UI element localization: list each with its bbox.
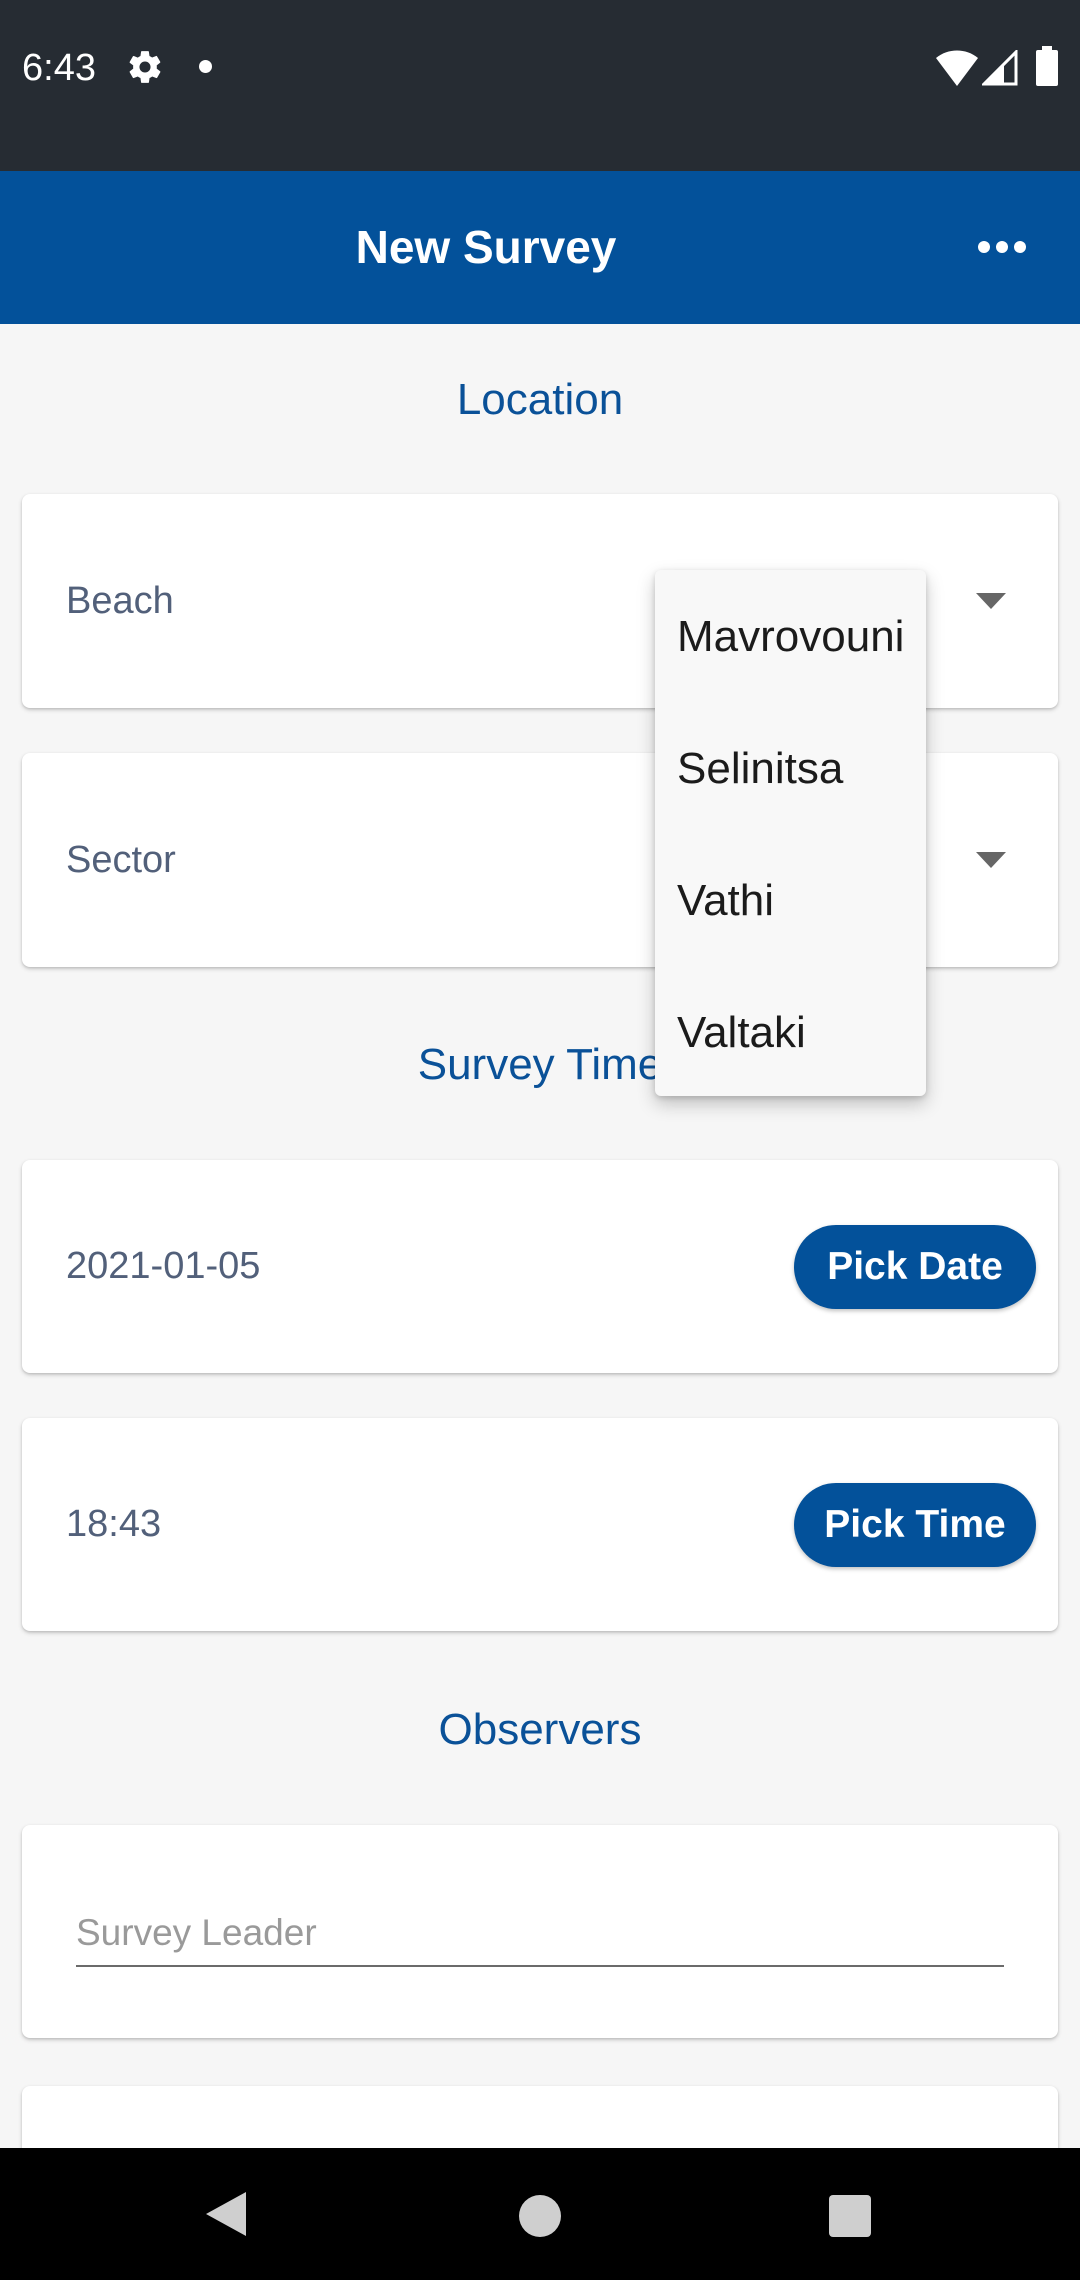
time-card: 18:43 Pick Time <box>22 1418 1058 1631</box>
status-time: 6:43 <box>22 47 96 89</box>
chevron-down-icon <box>976 852 1006 868</box>
pick-time-button[interactable]: Pick Time <box>794 1482 1036 1567</box>
chevron-down-icon <box>976 593 1006 609</box>
survey-leader-input[interactable] <box>76 1901 1004 1965</box>
survey-leader-card <box>22 1825 1058 2038</box>
dropdown-option[interactable]: Mavrovouni <box>677 610 904 664</box>
dropdown-option[interactable]: Selinitsa <box>677 742 843 796</box>
dropdown-option[interactable]: Valtaki <box>677 1006 806 1060</box>
status-bar: 6:43 <box>0 0 1080 171</box>
home-icon[interactable] <box>519 2195 561 2237</box>
notification-dot-icon <box>199 60 212 73</box>
navigation-bar <box>0 2148 1080 2280</box>
gear-icon <box>129 51 161 83</box>
time-value: 18:43 <box>66 1503 162 1545</box>
wifi-icon <box>936 50 978 86</box>
beach-label: Beach <box>66 579 174 622</box>
page-title: New Survey <box>355 221 617 273</box>
survey-leader-field[interactable] <box>76 1901 1004 1967</box>
sector-label: Sector <box>66 838 176 881</box>
date-card: 2021-01-05 Pick Date <box>22 1160 1058 1373</box>
pick-date-button[interactable]: Pick Date <box>794 1224 1036 1309</box>
date-value: 2021-01-05 <box>66 1245 261 1287</box>
observers-heading: Observers <box>438 1705 642 1754</box>
battery-icon <box>1036 46 1058 86</box>
location-heading: Location <box>456 375 624 424</box>
more-horizontal-icon[interactable] <box>976 229 1028 265</box>
recents-icon[interactable] <box>829 2195 871 2237</box>
beach-dropdown-menu: Mavrovouni Selinitsa Vathi Valtaki <box>655 570 926 1096</box>
back-icon[interactable] <box>206 2192 246 2236</box>
app-bar: New Survey <box>0 171 1080 324</box>
signal-icon <box>982 50 1018 86</box>
dropdown-option[interactable]: Vathi <box>677 874 774 928</box>
